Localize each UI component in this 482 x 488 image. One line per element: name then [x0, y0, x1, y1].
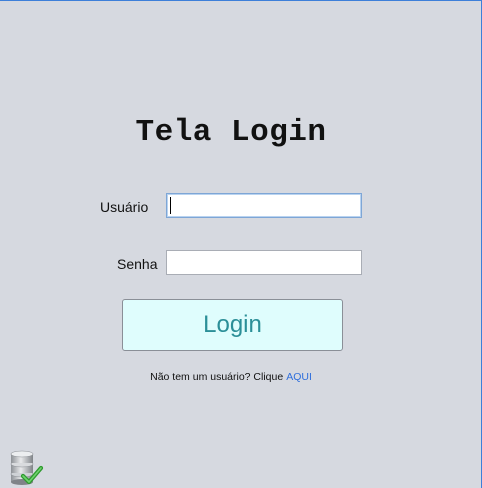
signup-prompt-row: Não tem um usuário? Clique AQUI: [0, 371, 462, 383]
login-button[interactable]: Login: [122, 299, 343, 351]
database-check-icon: [10, 450, 44, 485]
signup-prompt-text: Não tem um usuário? Clique: [150, 371, 284, 383]
login-window: Tela Login Usuário Senha Login Não tem u…: [0, 0, 482, 488]
username-label: Usuário: [100, 199, 149, 215]
username-input[interactable]: [166, 193, 362, 218]
password-label: Senha: [117, 256, 158, 272]
text-caret: [170, 197, 171, 214]
signup-link[interactable]: AQUI: [286, 371, 312, 383]
page-title: Tela Login: [135, 115, 327, 150]
password-input[interactable]: [166, 250, 362, 275]
